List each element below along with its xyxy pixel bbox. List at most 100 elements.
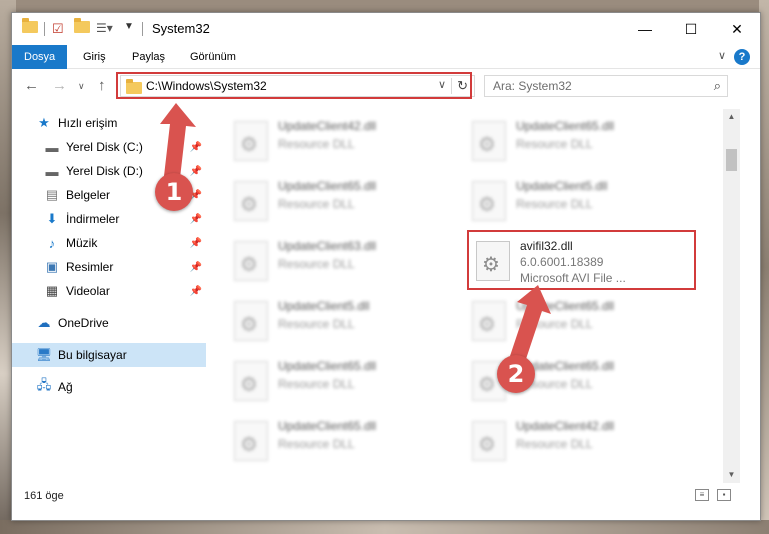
- file-item[interactable]: UpdateClient65.dll Resource DLL: [230, 175, 440, 227]
- file-name: UpdateClient5.dll: [516, 179, 608, 193]
- recent-locations-chevron-icon[interactable]: ∨: [78, 81, 85, 92]
- pin-icon: 📌: [189, 165, 202, 177]
- computer-icon: 🖥: [35, 347, 53, 362]
- sidebar-item-this-pc[interactable]: 🖥 Bu bilgisayar: [12, 343, 206, 367]
- ribbon: Dosya Giriş Paylaş Görünüm ∨ ?: [12, 45, 760, 69]
- scroll-down-icon[interactable]: ▼: [723, 467, 740, 483]
- drive-icon: ▬: [45, 139, 59, 155]
- file-type: Resource DLL: [516, 137, 593, 151]
- file-highlight: [467, 230, 696, 290]
- file-name: UpdateClient5.dll: [278, 299, 370, 313]
- drive-icon: ▬: [45, 163, 59, 179]
- sidebar-item-label: İndirmeler: [66, 212, 120, 226]
- tab-dosya[interactable]: Dosya: [12, 45, 68, 69]
- sidebar-item-videos[interactable]: ▦ Videolar 📌: [12, 279, 206, 303]
- sidebar-item-label: Yerel Disk (D:): [66, 164, 143, 178]
- scroll-thumb[interactable]: [726, 149, 737, 171]
- address-bar-highlight: [116, 72, 472, 99]
- file-item[interactable]: UpdateClient65.dll Resource DLL: [468, 115, 678, 167]
- file-name: UpdateClient65.dll: [278, 179, 377, 193]
- dll-file-icon: [472, 121, 506, 161]
- star-icon: ★: [38, 115, 50, 130]
- divider: [142, 22, 143, 36]
- dll-file-icon: [472, 421, 506, 461]
- document-icon: ▤: [45, 187, 59, 202]
- divider: [44, 22, 45, 36]
- sidebar-item-local-disk-c[interactable]: ▬ Yerel Disk (C:) 📌: [12, 135, 206, 159]
- close-button[interactable]: ✕: [714, 13, 760, 45]
- file-item[interactable]: UpdateClient65.dll Resource DLL: [230, 415, 440, 467]
- file-type: Resource DLL: [516, 437, 593, 451]
- dll-file-icon: [472, 181, 506, 221]
- properties-icon[interactable]: ☑: [52, 21, 64, 37]
- navigation-pane: ★ Hızlı erişim ▬ Yerel Disk (C:) 📌 ▬ Yer…: [12, 109, 208, 479]
- dll-file-icon: [234, 421, 268, 461]
- file-name: UpdateClient65.dll: [516, 119, 615, 133]
- sidebar-item-onedrive[interactable]: ☁ OneDrive: [12, 311, 206, 335]
- new-folder-icon[interactable]: [74, 18, 90, 33]
- file-item[interactable]: UpdateClient63.dll Resource DLL: [230, 235, 440, 287]
- step-badge-1: 1: [155, 173, 193, 211]
- file-name: UpdateClient65.dll: [516, 299, 615, 313]
- status-bar: 161 öge ≡ ▪: [12, 483, 760, 520]
- cloud-icon: ☁: [37, 315, 51, 330]
- dll-file-icon: [234, 181, 268, 221]
- pin-icon: 📌: [189, 213, 202, 225]
- back-arrow-icon[interactable]: ←: [24, 77, 39, 94]
- sidebar-item-pictures[interactable]: ▣ Resimler 📌: [12, 255, 206, 279]
- customize-toolbar-icon[interactable]: ☰▾: [96, 21, 113, 35]
- music-icon: ♪: [48, 235, 56, 251]
- maximize-button[interactable]: ☐: [668, 13, 714, 45]
- file-name: UpdateClient65.dll: [278, 359, 377, 373]
- file-item[interactable]: UpdateClient65.dll Resource DLL: [468, 295, 678, 347]
- minimize-button[interactable]: —: [622, 13, 668, 45]
- details-view-icon[interactable]: ≡: [695, 489, 709, 501]
- download-icon: ⬇: [46, 211, 58, 226]
- dll-file-icon: [234, 241, 268, 281]
- tab-paylas[interactable]: Paylaş: [132, 45, 165, 69]
- pin-icon: 📌: [189, 285, 202, 297]
- help-icon[interactable]: ?: [734, 49, 750, 65]
- file-item[interactable]: UpdateClient65.dll Resource DLL: [230, 355, 440, 407]
- dll-file-icon: [234, 361, 268, 401]
- file-name: UpdateClient65.dll: [278, 419, 377, 433]
- pin-icon: 📌: [189, 141, 202, 153]
- quick-access-folder-icon[interactable]: [22, 18, 38, 33]
- sidebar-item-label: OneDrive: [58, 316, 109, 330]
- search-box: ⌕: [484, 75, 728, 97]
- sidebar-item-quick-access[interactable]: ★ Hızlı erişim: [12, 111, 206, 135]
- file-item[interactable]: UpdateClient42.dll Resource DLL: [230, 115, 440, 167]
- up-arrow-icon[interactable]: ↑: [98, 77, 106, 94]
- search-icon[interactable]: ⌕: [714, 78, 721, 94]
- sidebar-item-label: Yerel Disk (C:): [66, 140, 143, 154]
- tab-gorunum[interactable]: Görünüm: [190, 45, 236, 69]
- dll-file-icon: [234, 301, 268, 341]
- tab-giris[interactable]: Giriş: [83, 45, 106, 69]
- vertical-scrollbar[interactable]: ▲ ▼: [723, 109, 740, 483]
- sidebar-item-label: Videolar: [66, 284, 110, 298]
- chevron-down-icon[interactable]: ∨: [718, 49, 726, 62]
- file-type: Resource DLL: [278, 437, 355, 451]
- video-icon: ▦: [45, 283, 59, 298]
- dll-file-icon: [234, 121, 268, 161]
- scroll-up-icon[interactable]: ▲: [723, 109, 740, 125]
- dll-file-icon: [472, 301, 506, 341]
- sidebar-item-label: Müzik: [66, 236, 98, 250]
- file-type: Resource DLL: [516, 197, 593, 211]
- window-title: System32: [152, 21, 210, 36]
- title-bar: ☑ ☰▾ ▼ System32 — ☐ ✕: [12, 13, 760, 45]
- step-badge-2: 2: [497, 355, 535, 393]
- file-item[interactable]: UpdateClient5.dll Resource DLL: [468, 175, 678, 227]
- file-type: Resource DLL: [278, 317, 355, 331]
- sidebar-item-label: Bu bilgisayar: [58, 348, 127, 362]
- file-item[interactable]: UpdateClient42.dll Resource DLL: [468, 415, 678, 467]
- file-item[interactable]: UpdateClient5.dll Resource DLL: [230, 295, 440, 347]
- chevron-down-icon[interactable]: ▼: [124, 21, 134, 32]
- search-input[interactable]: [493, 76, 693, 96]
- sidebar-item-music[interactable]: ♪ Müzik 📌: [12, 231, 206, 255]
- large-icons-view-icon[interactable]: ▪: [717, 489, 731, 501]
- picture-icon: ▣: [45, 259, 59, 274]
- forward-arrow-icon[interactable]: →: [52, 77, 67, 94]
- file-type: Resource DLL: [278, 137, 355, 151]
- sidebar-item-network[interactable]: 🖧 Ağ: [12, 375, 206, 399]
